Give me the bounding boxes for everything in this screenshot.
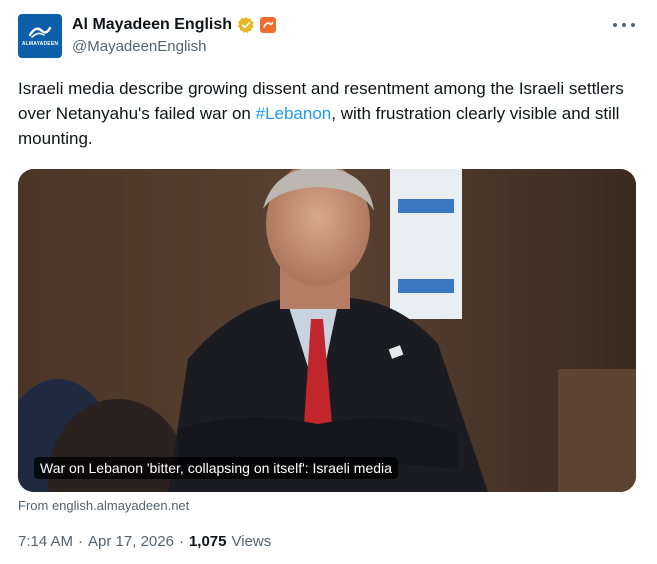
more-dot: [631, 23, 635, 27]
handle[interactable]: @MayadeenEnglish: [72, 38, 206, 55]
name-row: Al Mayadeen English: [72, 14, 277, 36]
gold-check-icon[interactable]: [237, 16, 255, 34]
link-card[interactable]: War on Lebanon 'bitter, collapsing on it…: [18, 169, 636, 492]
tweet: ALMAYADEEN Al Mayadeen English @Mayadeen…: [0, 0, 657, 564]
avatar[interactable]: ALMAYADEEN: [18, 14, 62, 58]
more-dot: [613, 23, 617, 27]
tweet-text: Israeli media describe growing dissent a…: [18, 76, 638, 151]
tweet-meta: 7:14 AM · Apr 17, 2026 · 1,075 Views: [18, 533, 271, 550]
views-count: 1,075: [188, 533, 227, 550]
views-label: Views: [231, 533, 272, 550]
al-mayadeen-affiliate-icon[interactable]: [260, 17, 277, 33]
tweet-date[interactable]: Apr 17, 2026: [88, 533, 174, 550]
meta-separator: ·: [178, 533, 184, 550]
card-title: War on Lebanon 'bitter, collapsing on it…: [34, 457, 398, 479]
more-options-icon[interactable]: [613, 18, 635, 32]
meta-separator: ·: [78, 533, 84, 550]
avatar-label: ALMAYADEEN: [21, 41, 59, 47]
more-dot: [622, 23, 626, 27]
tweet-time[interactable]: 7:14 AM: [18, 533, 73, 550]
card-photo: [18, 169, 636, 492]
hashtag-link[interactable]: #Lebanon: [256, 104, 332, 123]
card-source-link[interactable]: From english.almayadeen.net: [18, 498, 189, 513]
al-mayadeen-logo-icon: [28, 26, 52, 38]
display-name[interactable]: Al Mayadeen English: [72, 16, 232, 34]
